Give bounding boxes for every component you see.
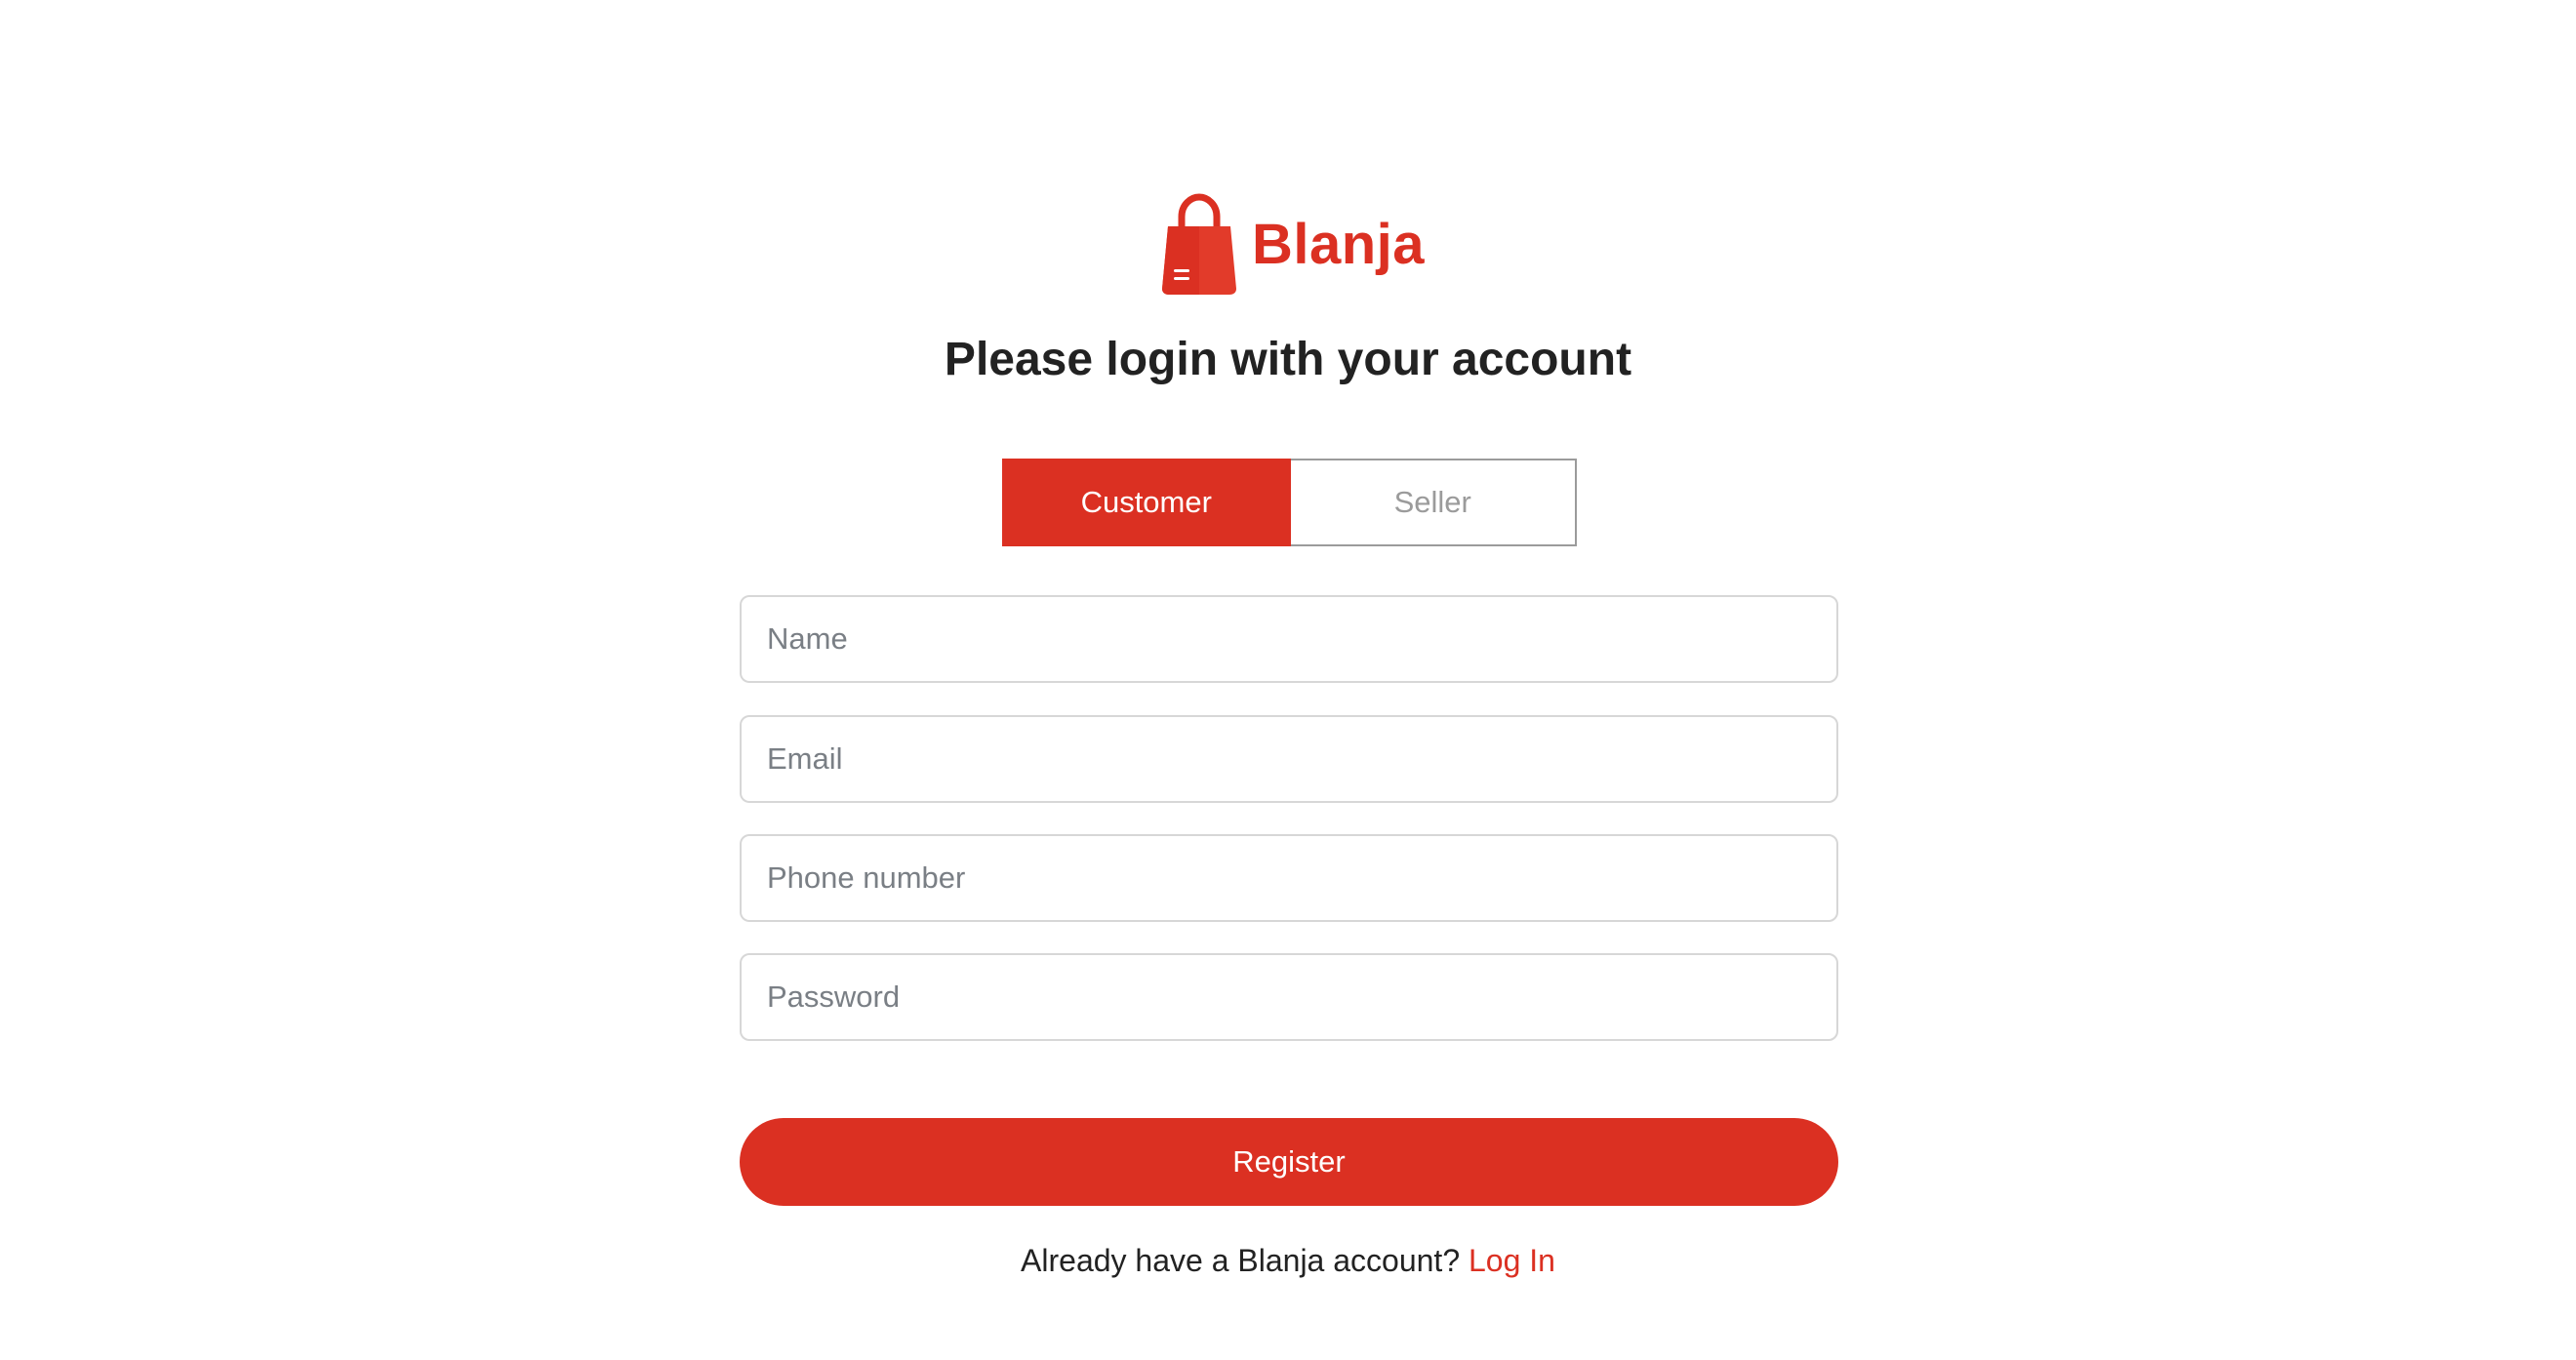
login-link[interactable]: Log In [1469,1243,1555,1278]
shopping-bag-icon [1162,193,1236,295]
brand-name: Blanja [1252,213,1426,276]
login-prompt-text: Already have a Blanja account? [1021,1243,1461,1278]
email-input[interactable] [740,715,1838,803]
password-input[interactable] [740,953,1838,1041]
tab-seller[interactable]: Seller [1290,459,1577,546]
page-title: Please login with your account [944,334,1632,385]
register-page: Blanja Please login with your account Cu… [0,0,2576,1360]
phone-input[interactable] [740,834,1838,922]
register-button[interactable]: Register [740,1118,1838,1206]
role-toggle: Customer Seller [1002,459,1577,546]
tab-customer[interactable]: Customer [1002,459,1291,546]
brand-logo[interactable]: Blanja [1160,193,1425,297]
name-input[interactable] [740,595,1838,683]
login-prompt: Already have a Blanja account? Log In [0,1241,2576,1280]
